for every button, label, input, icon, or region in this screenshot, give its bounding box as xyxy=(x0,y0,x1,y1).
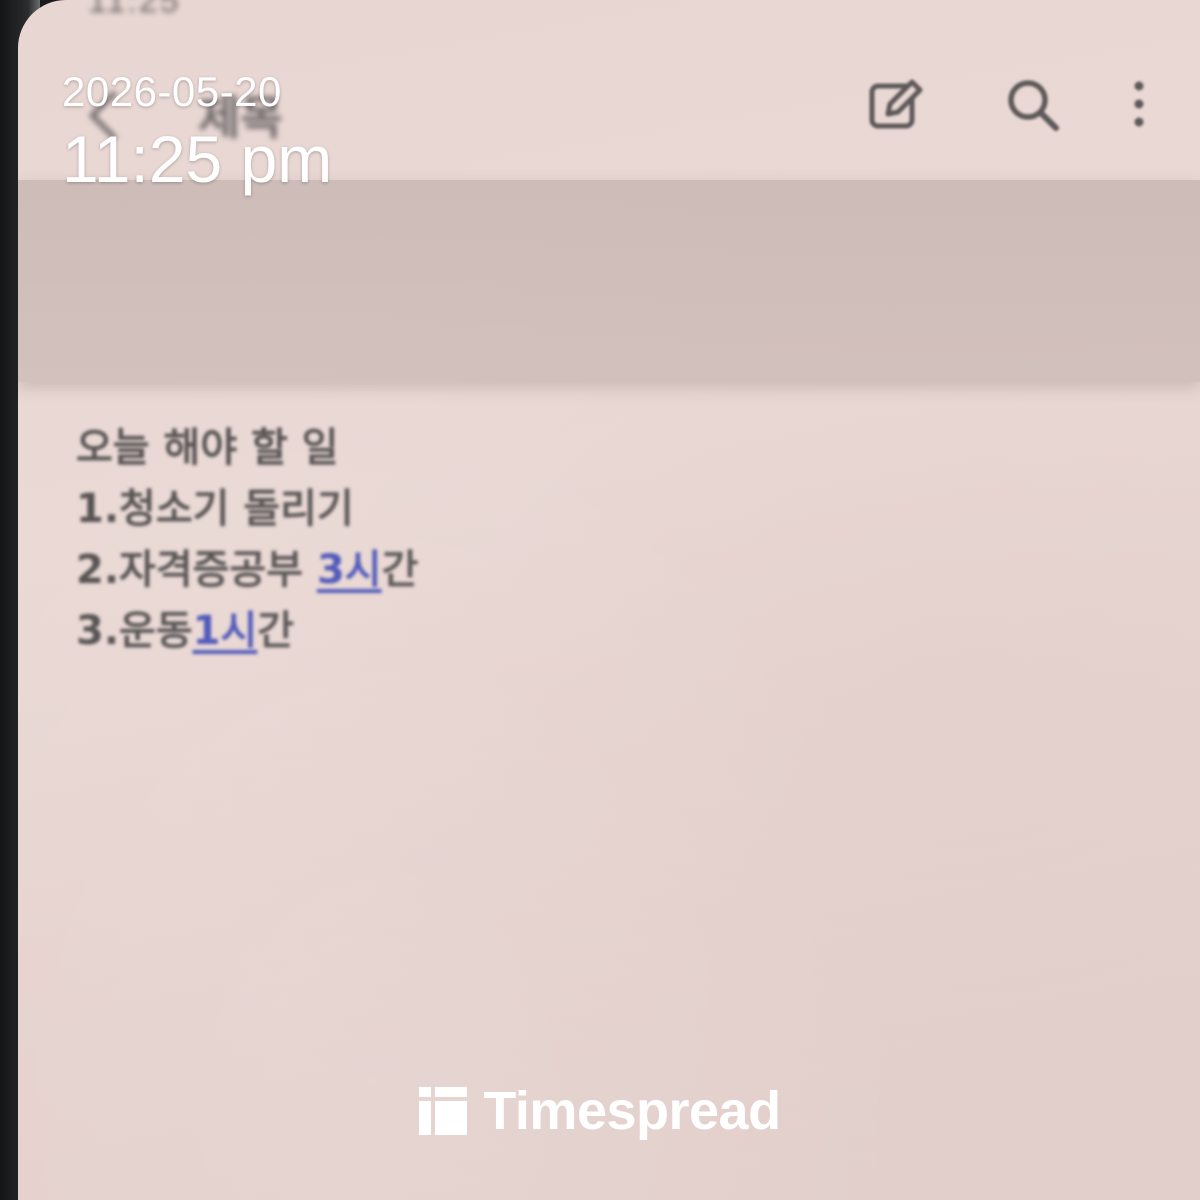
note-content[interactable]: 오늘 해야 할 일 1.청소기 돌리기 2.자격증공부 3시간 3.운동1시간 xyxy=(76,418,418,662)
timestamp-overlay: 2026-05-20 11:25 pm xyxy=(62,66,332,198)
stamp-date: 2026-05-20 xyxy=(62,68,282,115)
list-item-text: 3.운동 xyxy=(76,608,193,654)
edit-button[interactable] xyxy=(860,70,930,140)
stamp-time: 11:25 pm xyxy=(62,122,333,196)
time-link[interactable]: 3시 xyxy=(317,547,382,593)
time-link[interactable]: 1시 xyxy=(193,608,258,654)
list-item-suffix: 간 xyxy=(381,547,419,593)
status-bar-time: 11:25 xyxy=(88,0,181,20)
search-icon xyxy=(1008,80,1059,131)
list-item: 2.자격증공부 3시간 xyxy=(76,540,418,601)
list-item-text: 1.청소기 돌리기 xyxy=(76,486,354,532)
photo-frame: 11:25 제목 오늘 해야 할 일 1.청소기 돌리기 2.자격증공부 3시간… xyxy=(0,0,1200,1200)
search-button[interactable] xyxy=(998,70,1068,140)
note-heading: 오늘 해야 할 일 xyxy=(76,425,339,471)
list-item-text: 2.자격증공부 xyxy=(76,547,317,593)
more-options-button[interactable] xyxy=(1104,70,1174,140)
list-item-suffix: 간 xyxy=(257,608,295,654)
list-item: 1.청소기 돌리기 xyxy=(76,479,418,540)
more-vertical-icon xyxy=(1134,81,1144,127)
title-area[interactable] xyxy=(18,180,1200,382)
timespread-logo-icon xyxy=(419,1087,468,1135)
edit-note-icon xyxy=(869,79,923,129)
watermark: Timespread xyxy=(0,1080,1200,1142)
watermark-brand: Timespread xyxy=(483,1081,781,1141)
list-item: 3.운동1시간 xyxy=(76,601,418,662)
